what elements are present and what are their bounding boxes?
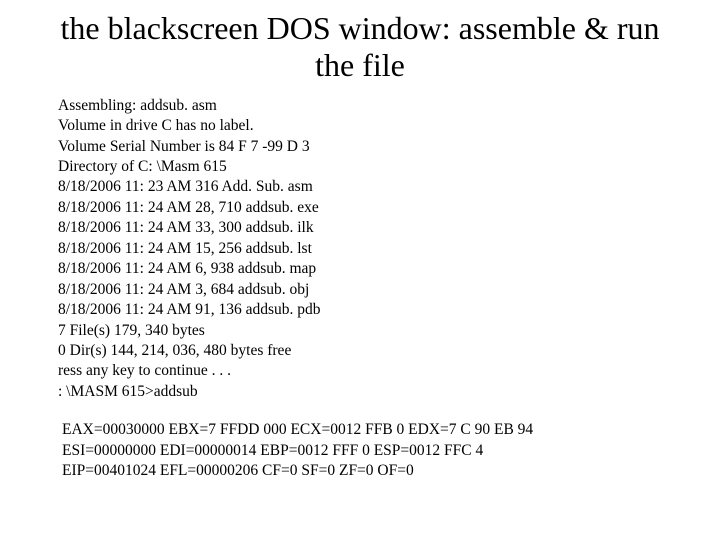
register-line: EIP=00401024 EFL=00000206 CF=0 SF=0 ZF=0…	[62, 461, 680, 481]
file-row: 8/18/2006 11: 24 AM 33, 300 addsub. ilk	[58, 218, 680, 238]
register-line: EAX=00030000 EBX=7 FFDD 000 ECX=0012 FFB…	[62, 420, 680, 440]
register-dump: EAX=00030000 EBX=7 FFDD 000 ECX=0012 FFB…	[62, 420, 680, 481]
slide: the blackscreen DOS window: assemble & r…	[0, 0, 720, 540]
console-line: Directory of C: \Masm 615	[58, 157, 680, 177]
slide-title: the blackscreen DOS window: assemble & r…	[60, 10, 660, 84]
console-line: Assembling: addsub. asm	[58, 96, 680, 116]
file-row: 8/18/2006 11: 24 AM 6, 938 addsub. map	[58, 259, 680, 279]
prompt-line: : \MASM 615>addsub	[58, 382, 680, 402]
console-line: Volume Serial Number is 84 F 7 -99 D 3	[58, 137, 680, 157]
console-line: Volume in drive C has no label.	[58, 116, 680, 136]
register-line: ESI=00000000 EDI=00000014 EBP=0012 FFF 0…	[62, 441, 680, 461]
file-row: 8/18/2006 11: 24 AM 3, 684 addsub. obj	[58, 280, 680, 300]
press-key-line: ress any key to continue . . .	[58, 361, 680, 381]
file-row: 8/18/2006 11: 24 AM 91, 136 addsub. pdb	[58, 300, 680, 320]
file-row: 8/18/2006 11: 23 AM 316 Add. Sub. asm	[58, 177, 680, 197]
summary-line: 0 Dir(s) 144, 214, 036, 480 bytes free	[58, 341, 680, 361]
file-row: 8/18/2006 11: 24 AM 15, 256 addsub. lst	[58, 239, 680, 259]
console-output: Assembling: addsub. asm Volume in drive …	[58, 96, 680, 403]
summary-line: 7 File(s) 179, 340 bytes	[58, 321, 680, 341]
file-row: 8/18/2006 11: 24 AM 28, 710 addsub. exe	[58, 198, 680, 218]
